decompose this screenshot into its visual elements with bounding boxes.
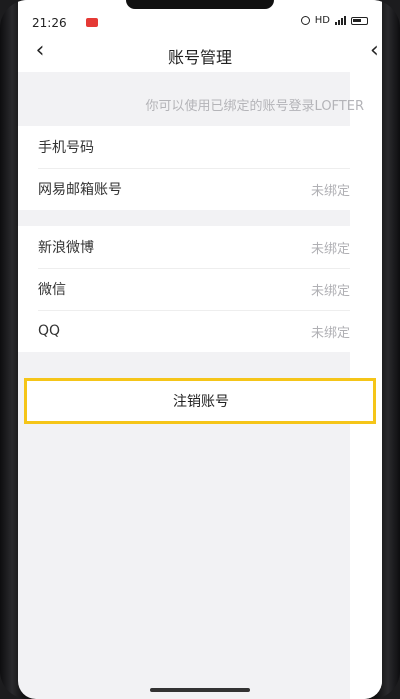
network-type: HD	[314, 15, 330, 26]
account-group-primary: 手机号码 网易邮箱账号 未绑定	[18, 126, 350, 210]
status-icons: HD	[300, 15, 368, 26]
row-label: 手机号码	[38, 140, 94, 156]
alarm-icon	[300, 16, 310, 25]
camera-notch	[126, 0, 274, 9]
battery-icon	[351, 16, 368, 25]
row-netease-mail[interactable]: 网易邮箱账号 未绑定	[18, 168, 350, 210]
row-qq[interactable]: QQ 未绑定	[18, 310, 350, 352]
row-label: 微信	[38, 282, 66, 298]
row-label: QQ	[38, 323, 61, 339]
row-value: 未绑定	[310, 183, 350, 199]
login-hint: 你可以使用已绑定的账号登录LOFTER	[145, 99, 364, 114]
row-phone-number[interactable]: 手机号码	[18, 126, 350, 168]
overlay-chevron-icon[interactable]: ‹	[370, 40, 382, 62]
signal-icon	[335, 16, 346, 25]
nav-bar: ‹ 账号管理 ‹	[18, 34, 382, 72]
logout-highlight-box: 注销账号	[24, 378, 376, 424]
row-wechat[interactable]: 微信 未绑定	[18, 268, 350, 310]
record-icon	[86, 18, 98, 27]
account-group-social: 新浪微博 未绑定 微信 未绑定 QQ 未绑定	[18, 226, 350, 352]
row-value: 未绑定	[310, 325, 350, 341]
row-value: 未绑定	[310, 241, 350, 257]
logout-account-button[interactable]: 注销账号	[41, 385, 361, 417]
row-weibo[interactable]: 新浪微博 未绑定	[18, 226, 350, 268]
row-label: 新浪微博	[38, 240, 94, 256]
row-label: 网易邮箱账号	[38, 182, 122, 198]
screen: 21:26 HD ‹ 账号管理 ‹ 你可以使用已绑定的账号登录LOFTER 手机…	[18, 0, 382, 699]
page-title: 账号管理	[167, 48, 232, 67]
home-indicator[interactable]	[150, 688, 250, 692]
status-time: 21:26	[32, 16, 67, 30]
row-value: 未绑定	[310, 283, 350, 299]
phone-frame: 21:26 HD ‹ 账号管理 ‹ 你可以使用已绑定的账号登录LOFTER 手机…	[0, 0, 400, 699]
